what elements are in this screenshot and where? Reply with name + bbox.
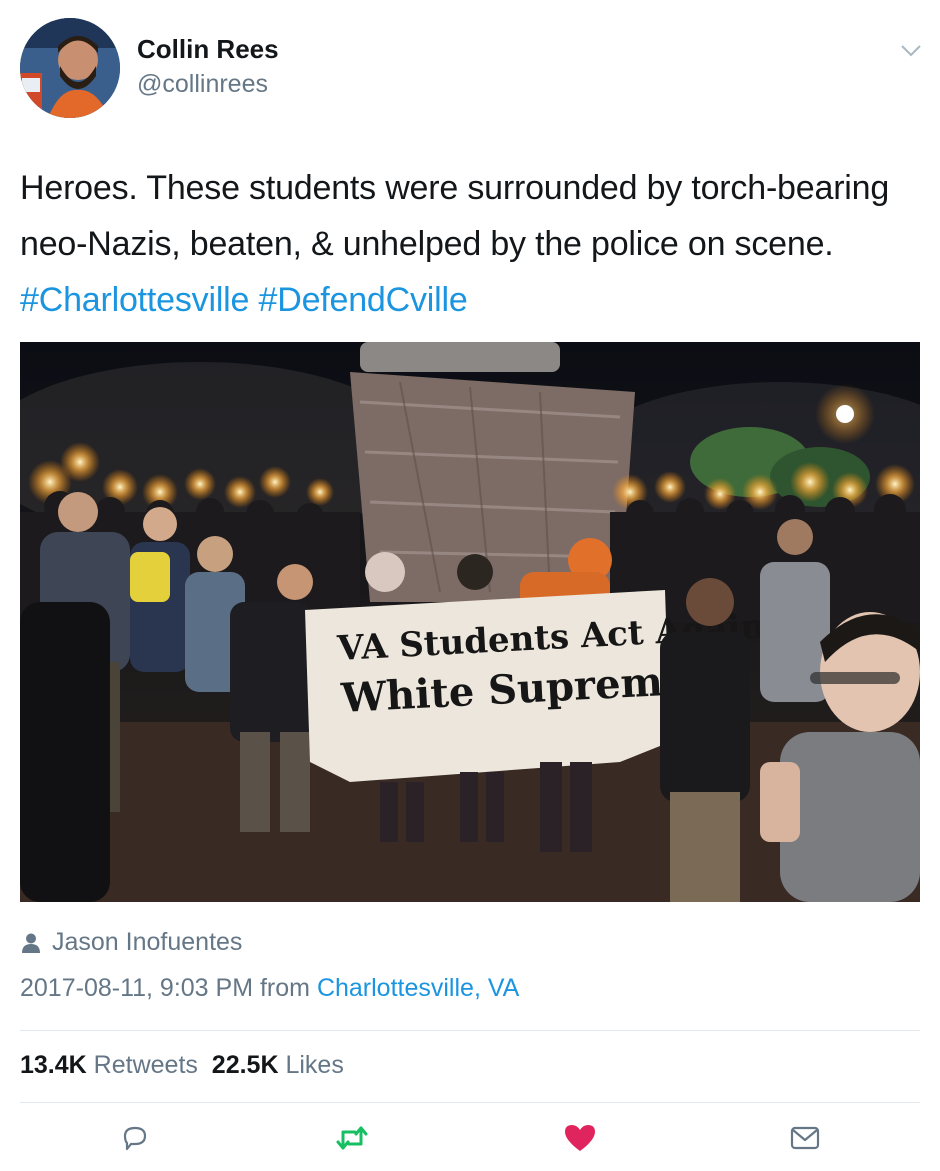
author-name[interactable]: Collin Rees [137,34,279,65]
divider [20,1030,920,1031]
photo-credit-name[interactable]: Jason Inofuentes [52,928,242,957]
chevron-down-icon[interactable] [898,40,924,60]
person-icon [22,933,40,953]
heart-icon [565,1125,595,1151]
reply-button[interactable] [117,1120,153,1156]
likes-label: Likes [285,1051,344,1079]
retweets-count: 13.4K [20,1051,87,1079]
like-button[interactable] [562,1120,598,1156]
likes-stat[interactable]: 22.5K Likes [212,1051,344,1079]
timestamp: 2017-08-11, 9:03 PM [20,974,254,1002]
engagement-stats: 13.4K Retweets 22.5K Likes [20,1051,344,1080]
retweet-icon [336,1126,368,1150]
tweet-meta: 2017-08-11, 9:03 PM from Charlottesville… [20,974,519,1003]
retweets-label: Retweets [93,1051,198,1079]
retweet-button[interactable] [334,1120,370,1156]
reply-icon [123,1126,147,1151]
author-handle[interactable]: @collinrees [137,70,268,99]
hashtag-defendcville[interactable]: #DefendCville [259,281,468,319]
divider [20,1102,920,1103]
envelope-icon [790,1126,820,1150]
tweet-body: Heroes. These students were surrounded b… [20,169,890,263]
tweet-text: Heroes. These students were surrounded b… [20,160,920,328]
location-link[interactable]: Charlottesville, VA [317,974,519,1002]
retweets-stat[interactable]: 13.4K Retweets [20,1051,198,1079]
from-label: from [253,974,317,1002]
direct-message-button[interactable] [787,1120,823,1156]
protest-photo: VA Students Act Agains White Supremacy [20,342,920,902]
avatar-photo [20,18,120,118]
likes-count: 22.5K [211,1051,279,1079]
avatar[interactable] [20,18,120,118]
tweet-photo[interactable]: VA Students Act Agains White Supremacy [20,342,920,902]
photo-credit: Jason Inofuentes [20,928,242,957]
hashtag-charlottesville[interactable]: #Charlottesville [20,281,249,319]
